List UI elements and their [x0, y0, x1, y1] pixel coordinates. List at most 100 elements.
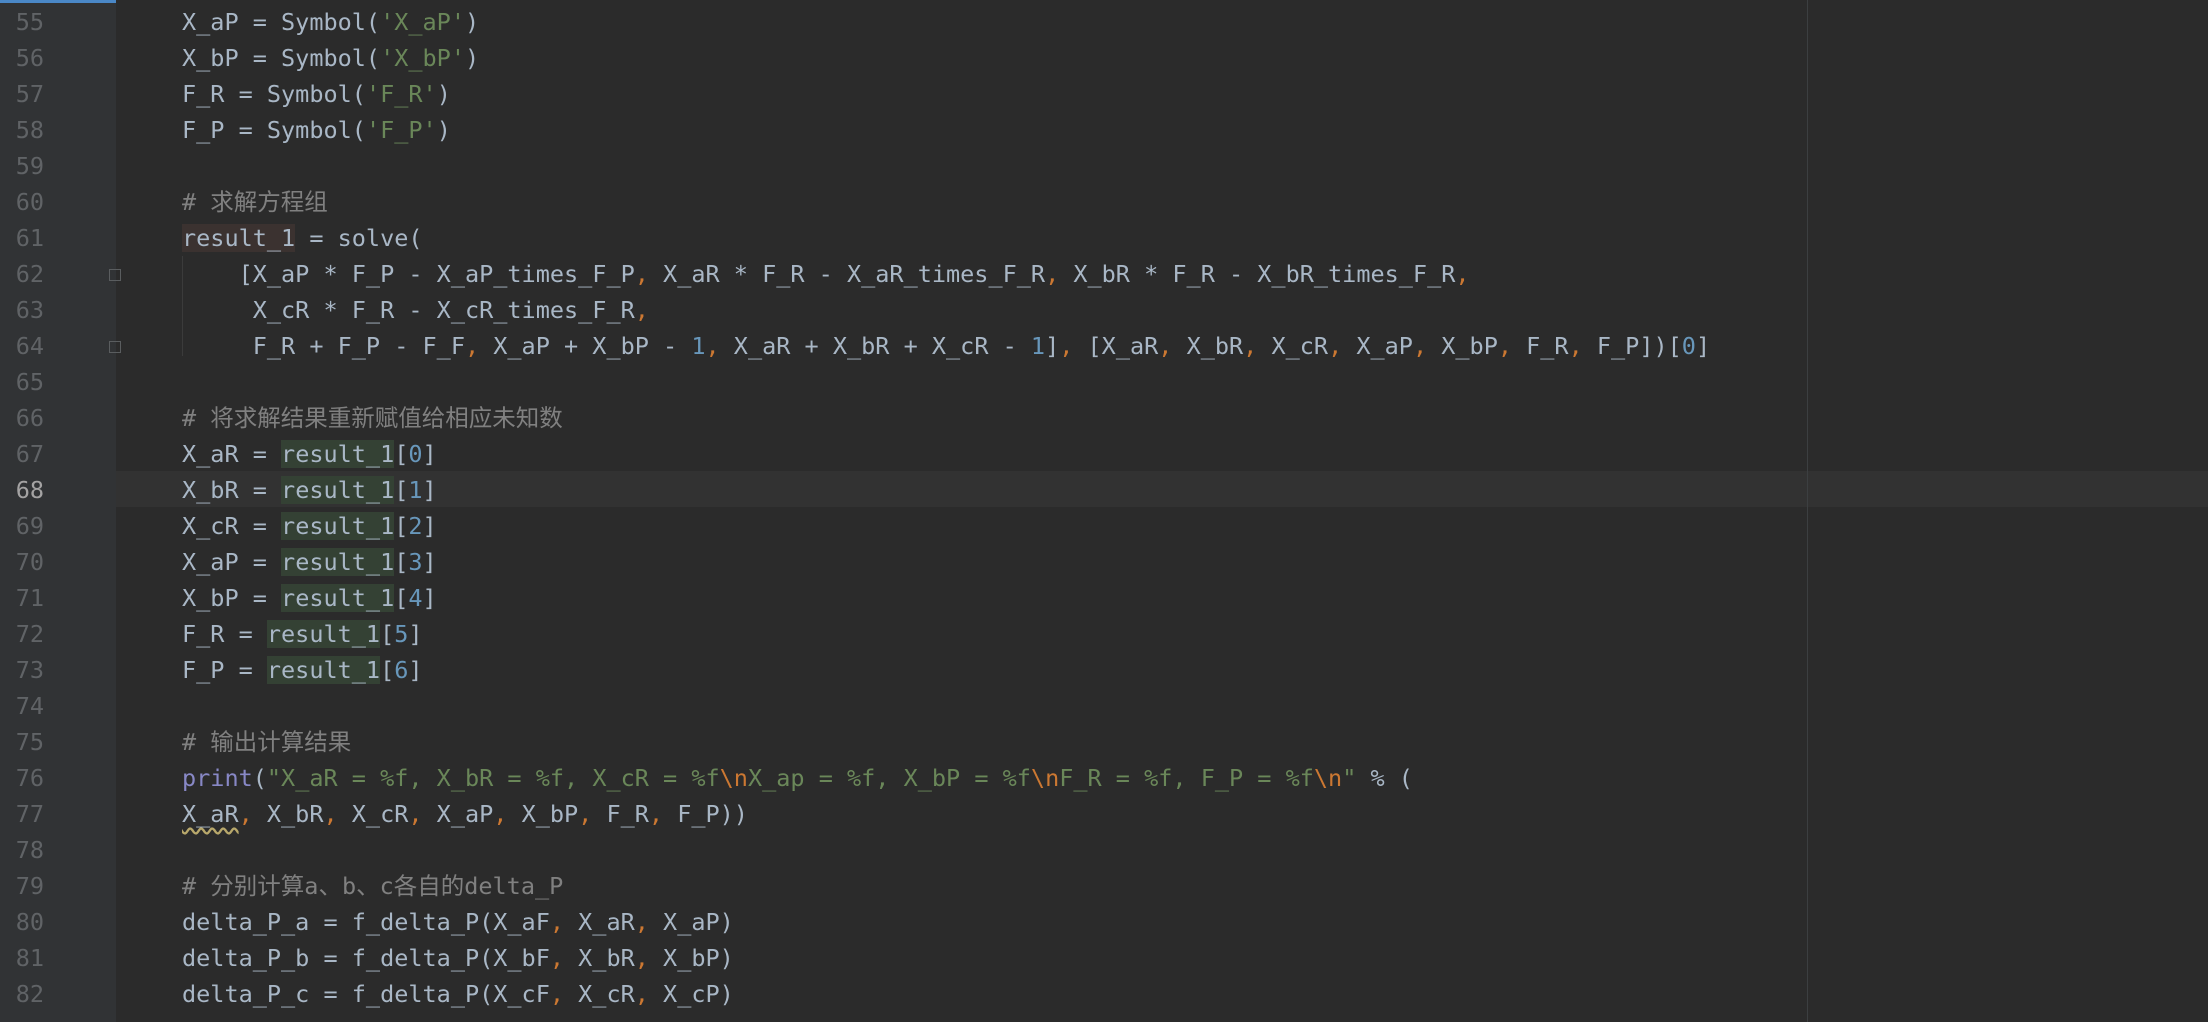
code-token: F_R [1526, 332, 1569, 360]
code-token: X_aR * F_R - X_aR_times_F_R [663, 260, 1046, 288]
code-token: F_R = %f, F_P = %f [1059, 764, 1314, 792]
code-line[interactable]: 73 F_P = result_1[6] [0, 652, 2208, 688]
code-token: , [1059, 332, 1088, 360]
code-text[interactable]: F_P = Symbol('F_P') [182, 112, 451, 148]
code-text[interactable]: X_aP = result_1[3] [182, 544, 437, 580]
code-token: ) [464, 8, 480, 36]
code-token: [ [394, 440, 409, 468]
code-token: , [408, 800, 437, 828]
code-text[interactable]: delta_P_a = f_delta_P(X_aF, X_aR, X_aP) [182, 904, 734, 940]
code-line[interactable]: 81 delta_P_b = f_delta_P(X_bF, X_bR, X_bP… [0, 940, 2208, 976]
code-line[interactable]: 60 # 求解方程组 [0, 184, 2208, 220]
code-token: X_bR [266, 800, 324, 828]
line-number: 82 [15, 980, 44, 1008]
code-line[interactable]: 71 X_bP = result_1[4] [0, 580, 2208, 616]
code-editor[interactable]: 55 X_aP = Symbol('X_aP') 56 X_bP = Symbol('… [0, 0, 2208, 1022]
code-line[interactable]: 69 X_cR = result_1[2] [0, 508, 2208, 544]
code-text[interactable]: X_bP = Symbol('X_bP') [182, 40, 479, 76]
code-text[interactable]: X_cR * F_R - X_cR_times_F_R, [182, 292, 649, 328]
code-token: X_cR * F_R - X_cR_times_F_R [182, 296, 635, 324]
code-token: delta_P_a = f_delta_P(X_aF [182, 908, 550, 936]
code-token: X_aR = [182, 440, 282, 468]
code-text[interactable]: X_bR = result_1[1] [182, 472, 437, 508]
code-line[interactable]: 55 X_aP = Symbol('X_aP') [0, 4, 2208, 40]
code-token: X_aR + X_bR + X_cR - [733, 332, 1031, 360]
code-token: ] [422, 584, 437, 612]
code-token: ] [1695, 332, 1711, 360]
code-text[interactable]: # 分别计算a、b、c各自的delta_P [182, 868, 563, 904]
code-text[interactable]: X_aR, X_bR, X_cR, X_aP, X_bP, F_R, F_P)) [182, 796, 748, 832]
code-line[interactable]: 72 F_R = result_1[5] [0, 616, 2208, 652]
code-token: 3 [408, 548, 423, 576]
line-number: 55 [15, 8, 44, 36]
code-token: 2 [408, 512, 423, 540]
code-token: ) [436, 116, 451, 144]
code-token: 'X_bP' [380, 44, 465, 72]
code-line[interactable]: 78 [0, 832, 2208, 868]
code-line[interactable]: 65 [0, 364, 2208, 400]
code-token: X_aP + X_bP - [493, 332, 692, 360]
code-token: X_aP = Symbol( [182, 8, 381, 36]
code-token: X_bR * F_R - X_bR_times_F_R [1073, 260, 1456, 288]
code-text[interactable]: F_R = result_1[5] [182, 616, 423, 652]
line-number: 68 [15, 476, 44, 504]
code-text[interactable]: X_bP = result_1[4] [182, 580, 437, 616]
code-line[interactable]: 76 print("X_aR = %f, X_bR = %f, X_cR = %f… [0, 760, 2208, 796]
code-token: X_bP [521, 800, 579, 828]
code-line[interactable]: 74 [0, 688, 2208, 724]
code-token: [X_aR [1087, 332, 1159, 360]
code-line[interactable]: 56 X_bP = Symbol('X_bP') [0, 40, 2208, 76]
code-token: F_P = Symbol( [182, 116, 366, 144]
code-line[interactable]: 82 delta_P_c = f_delta_P(X_cF, X_cR, X_cP… [0, 976, 2208, 1012]
code-line[interactable]: 62 [X_aP * F_P - X_aP_times_F_P, X_aR * … [0, 256, 2208, 292]
code-token: ] [422, 512, 437, 540]
code-line[interactable]: 64 F_R + F_P - F_F, X_aP + X_bP - 1, X_a… [0, 328, 2208, 364]
code-token: X_bP) [663, 944, 734, 972]
line-number: 67 [15, 440, 44, 468]
code-line[interactable]: 68 X_bR = result_1[1] [0, 472, 2208, 508]
code-line[interactable]: 75 # 输出计算结果 [0, 724, 2208, 760]
code-line[interactable]: 70 X_aP = result_1[3] [0, 544, 2208, 580]
code-text[interactable]: X_aR = result_1[0] [182, 436, 437, 472]
code-token: , [634, 980, 664, 1008]
code-line[interactable]: 77 X_aR, X_bR, X_cR, X_aP, X_bP, F_R, F_P… [0, 796, 2208, 832]
code-text[interactable]: print("X_aR = %f, X_bR = %f, X_cR = %f\n… [182, 760, 1413, 796]
code-text[interactable]: result_1 = solve( [182, 220, 423, 256]
code-text[interactable]: # 将求解结果重新赋值给相应未知数 [182, 400, 563, 436]
code-line[interactable]: 58 F_P = Symbol('F_P') [0, 112, 2208, 148]
code-line[interactable]: 79 # 分别计算a、b、c各自的delta_P [0, 868, 2208, 904]
code-line[interactable]: 66 # 将求解结果重新赋值给相应未知数 [0, 400, 2208, 436]
code-text[interactable]: F_R = Symbol('F_R') [182, 76, 451, 112]
code-text[interactable]: F_P = result_1[6] [182, 652, 423, 688]
line-number: 64 [15, 332, 44, 360]
code-line[interactable]: 63 X_cR * F_R - X_cR_times_F_R, [0, 292, 2208, 328]
code-token: \n [1313, 764, 1343, 792]
code-token: F_P = [182, 656, 267, 684]
code-token: print [182, 764, 253, 792]
code-token: [ [380, 656, 395, 684]
code-token: X_bR [578, 944, 635, 972]
code-text[interactable]: # 求解方程组 [182, 184, 328, 220]
code-token: , [238, 800, 267, 828]
code-text[interactable]: # 输出计算结果 [182, 724, 351, 760]
code-token: X_bR = [182, 476, 282, 504]
code-token: 4 [408, 584, 423, 612]
code-text[interactable]: delta_P_b = f_delta_P(X_bF, X_bR, X_bP) [182, 940, 734, 976]
code-line[interactable]: 61 result_1 = solve( [0, 220, 2208, 256]
code-token: [ [394, 476, 409, 504]
code-text[interactable]: F_R + F_P - F_F, X_aP + X_bP - 1, X_aR +… [182, 328, 1710, 364]
code-line[interactable]: 80 delta_P_a = f_delta_P(X_aF, X_aR, X_aP… [0, 904, 2208, 940]
code-text[interactable]: [X_aP * F_P - X_aP_times_F_P, X_aR * F_R… [182, 256, 1470, 292]
code-token: ) [464, 44, 480, 72]
code-token: # 将求解结果重新赋值给相应未知数 [182, 404, 563, 432]
code-line[interactable]: 59 [0, 148, 2208, 184]
code-text[interactable]: X_aP = Symbol('X_aP') [182, 4, 479, 40]
code-text[interactable]: X_cR = result_1[2] [182, 508, 437, 544]
code-token: 0 [408, 440, 423, 468]
code-token: delta_P_b = f_delta_P(X_bF [182, 944, 550, 972]
code-line[interactable]: 57 F_R = Symbol('F_R') [0, 76, 2208, 112]
line-number: 77 [15, 800, 44, 828]
code-text[interactable]: delta_P_c = f_delta_P(X_cF, X_cR, X_cP) [182, 976, 734, 1012]
code-line[interactable]: 67 X_aR = result_1[0] [0, 436, 2208, 472]
code-token: , [1568, 332, 1597, 360]
